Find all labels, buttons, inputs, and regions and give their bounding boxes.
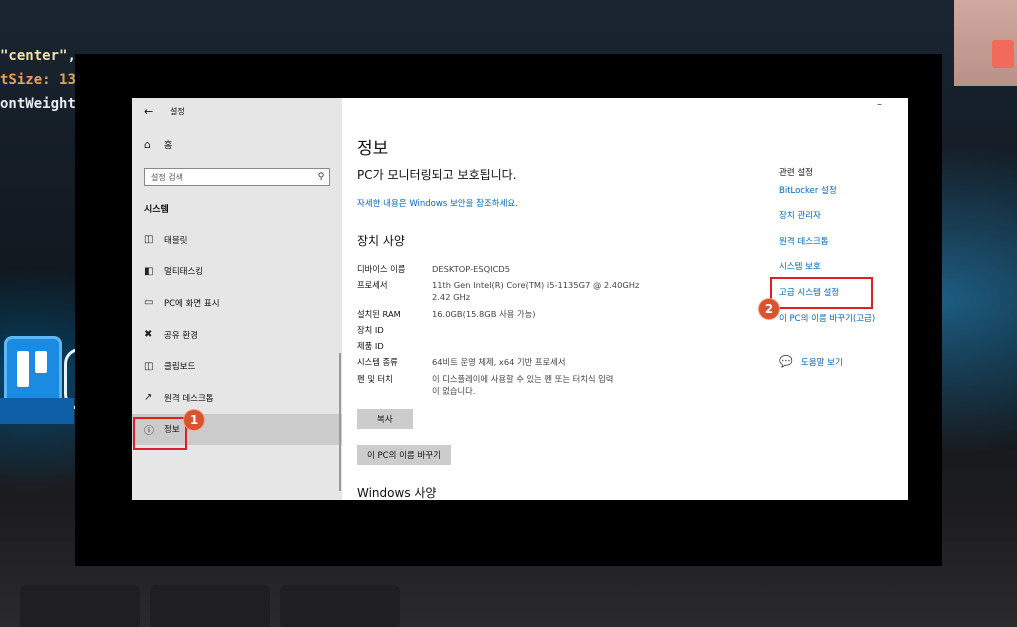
spec-label: 디바이스 이름 [357,264,406,274]
remote-desktop-link[interactable]: 원격 데스크톱 [779,235,829,247]
multitasking-icon: ◧ [144,265,154,277]
spec-label: 설치된 RAM [357,309,401,319]
keyboard-key [20,585,140,627]
sidebar-item-remote-desktop[interactable]: ↗ 원격 데스크톱 [132,382,342,414]
spec-label: 장치 ID [357,325,384,335]
search-icon[interactable]: ⚲ [313,172,329,182]
help-label: 도움말 보기 [801,357,843,368]
background-blue-strip [0,398,74,424]
spec-value: 16.0GB(15.8GB 사용 가능) [432,309,536,319]
system-protection-link[interactable]: 시스템 보호 [779,260,821,272]
step-badge-1: 1 [184,410,204,430]
background-window-corner [954,0,1017,86]
spec-label: 프로세서 [357,280,388,290]
spec-value: 64비트 운영 체제, x64 기반 프로세서 [432,357,566,367]
sidebar-nav: ◫ 태블릿 ◧ 멀티태스킹 ▭ PC에 화면 표시 ✖ 공유 환경 ◫ 클립보드… [132,224,342,446]
sidebar-item-project[interactable]: ▭ PC에 화면 표시 [132,287,342,319]
spec-row-device-name: 디바이스 이름 DESKTOP-ESQICD5 [357,264,662,276]
settings-search-input[interactable] [145,171,313,183]
copy-button[interactable]: 복사 [357,409,413,429]
sidebar-section-title: 시스템 [144,205,169,215]
bitlocker-settings-link[interactable]: BitLocker 설정 [779,184,837,196]
spec-row-product-id: 제품 ID [357,341,662,353]
spec-row-processor: 프로세서 11th Gen Intel(R) Core(TM) i5-1135G… [357,280,662,303]
sidebar-item-label: PC에 화면 표시 [164,298,220,309]
clipboard-icon: ◫ [144,360,154,372]
project-icon: ▭ [144,297,154,309]
sidebar-item-shared-experience[interactable]: ✖ 공유 환경 [132,319,342,351]
windows-security-link[interactable]: 자세한 내용은 Windows 보안을 참조하세요. [357,197,518,209]
rename-pc-button[interactable]: 이 PC의 이름 바꾸기 [357,445,451,465]
sidebar-scrollbar[interactable] [339,353,341,491]
sidebar-item-label: 클립보드 [164,362,196,373]
protection-status-heading: PC가 모니터링되고 보호됩니다. [357,168,517,182]
minimize-button[interactable]: – [877,99,882,110]
spec-value: DESKTOP-ESQICD5 [432,264,511,274]
spec-row-ram: 설치된 RAM 16.0GB(15.8GB 사용 가능) [357,309,662,321]
sidebar-item-tablet[interactable]: ◫ 태블릿 [132,224,342,256]
sidebar-home[interactable]: ⌂ 홈 [144,138,172,151]
sidebar-item-label: 원격 데스크톱 [164,393,214,404]
sidebar-item-multitasking[interactable]: ◧ 멀티태스킹 [132,256,342,288]
keyboard-key [280,585,400,627]
back-arrow-icon[interactable]: ← [144,105,160,118]
page-title: 정보 [357,139,389,159]
sidebar-item-clipboard[interactable]: ◫ 클립보드 [132,350,342,382]
sidebar-item-label: 멀티태스킹 [164,267,204,278]
shared-experience-icon: ✖ [144,329,153,341]
device-spec-heading: 장치 사양 [357,234,405,248]
spec-value: 11th Gen Intel(R) Core(TM) i5-1135G7 @ 2… [432,280,640,302]
spec-value [432,341,662,353]
spec-label: 펜 및 터치 [357,374,393,384]
trello-logo-icon [4,336,62,406]
device-manager-link[interactable]: 장치 관리자 [779,209,821,221]
keyboard-key [150,585,270,627]
sidebar-item-label: 태블릿 [164,235,188,246]
spec-value: 이 디스플레이에 사용할 수 있는 펜 또는 터치식 입력 이 없습니다. [432,374,614,396]
home-label: 홈 [164,141,173,151]
related-settings-heading: 관련 설정 [779,168,813,178]
spec-row-system-type: 시스템 종류 64비트 운영 체제, x64 기반 프로세서 [357,357,662,369]
sidebar-item-label: 공유 환경 [164,330,198,341]
spec-row-device-id: 장치 ID [357,325,662,337]
windows-spec-heading: Windows 사양 [357,486,437,500]
rename-pc-advanced-link[interactable]: 이 PC의 이름 바꾸기(고급) [779,312,875,324]
step-badge-2: 2 [759,299,779,319]
get-help-link[interactable]: 💬 도움말 보기 [779,355,843,368]
screenshot-frame: ← 설정 ⌂ 홈 ⚲ 시스템 ◫ 태블릿 ◧ 멀티태스킹 [75,54,942,566]
spec-label: 제품 ID [357,341,384,351]
settings-search-box[interactable]: ⚲ [144,168,330,186]
spec-label: 시스템 종류 [357,357,398,367]
spec-value [432,325,662,337]
highlight-box-about [133,417,187,450]
remote-desktop-icon: ↗ [144,392,153,404]
tablet-icon: ◫ [144,234,154,246]
title-bar: ← 설정 [144,103,185,119]
home-icon: ⌂ [144,138,151,151]
chat-help-icon: 💬 [779,355,793,368]
app-title: 설정 [170,106,185,116]
highlight-box-advanced-settings [770,277,873,309]
spec-row-pen-touch: 펜 및 터치 이 디스플레이에 사용할 수 있는 펜 또는 터치식 입력 이 없습… [357,374,662,397]
